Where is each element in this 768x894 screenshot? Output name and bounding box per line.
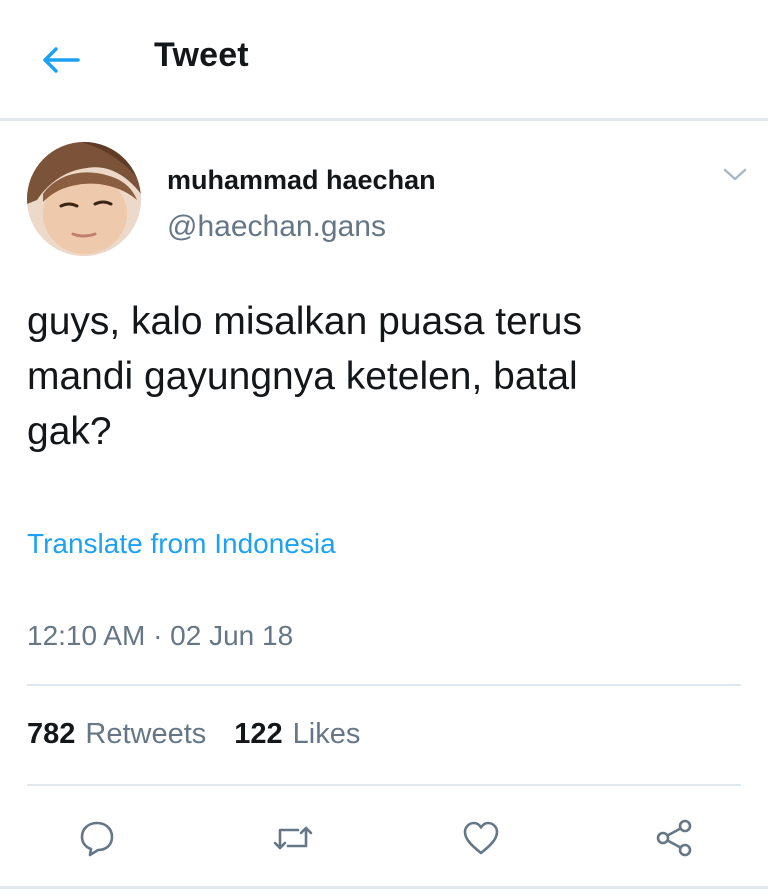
user-handle[interactable]: @haechan.gans [167,210,386,244]
retweet-icon [273,826,313,850]
chevron-down-icon [723,168,747,181]
reply-icon [80,821,114,857]
retweets-count: 782 [27,718,76,750]
heart-icon [463,821,499,855]
retweet-button[interactable] [269,814,317,862]
bottom-divider [0,886,768,889]
tweet-stats: 782 Retweets 122 Likes [27,718,360,751]
retweets-stat[interactable]: 782 Retweets [27,718,206,751]
display-name[interactable]: muhammad haechan [167,165,436,196]
top-bar: Tweet [0,0,768,121]
more-options-button[interactable] [718,160,752,190]
like-button[interactable] [457,814,505,862]
avatar[interactable] [27,142,141,256]
arrow-left-icon [43,47,80,73]
reply-button[interactable] [73,814,121,862]
back-button[interactable] [36,38,84,82]
likes-stat[interactable]: 122 Likes [234,718,360,751]
divider [27,684,741,686]
share-button[interactable] [650,814,698,862]
share-icon [656,819,692,857]
tweet-text: guys, kalo misalkan puasa terus mandi ga… [27,300,582,453]
retweets-label: Retweets [85,718,207,750]
divider [27,784,741,786]
avatar-image [27,142,141,256]
page-title: Tweet [154,36,249,74]
translate-link[interactable]: Translate from Indonesia [27,528,336,560]
tweet-timestamp: 12:10 AM · 02 Jun 18 [27,620,294,651]
likes-count: 122 [234,718,283,750]
likes-label: Likes [292,718,361,750]
